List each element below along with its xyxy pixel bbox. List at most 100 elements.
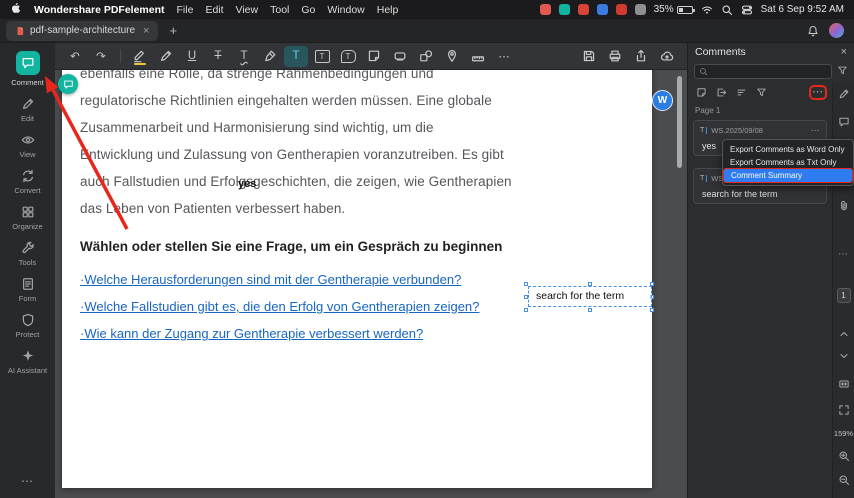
comments-search-input[interactable]	[694, 64, 832, 79]
menubar-app-icon-teal[interactable]	[558, 4, 570, 15]
control-center-icon[interactable]	[741, 4, 753, 16]
new-tab-button[interactable]: +	[164, 23, 182, 38]
user-avatar[interactable]	[829, 23, 844, 38]
comments-panel-icon[interactable]	[833, 116, 854, 128]
toolbar-divider	[120, 49, 121, 63]
menubar-app-icon-blue[interactable]	[596, 4, 608, 15]
question-heading: Wählen oder stellen Sie eine Frage, um e…	[80, 239, 503, 254]
add-note-icon[interactable]	[696, 87, 707, 98]
undo-button[interactable]: ↶	[63, 46, 87, 67]
pdf-page[interactable]: ebenfalls eine Rolle, da strenge Rahmenb…	[62, 70, 654, 488]
sidebar-item-form[interactable]: Form	[0, 272, 55, 308]
floating-assistant-badge[interactable]: W	[652, 90, 673, 111]
menu-item-comment-summary[interactable]: Comment Summary	[723, 168, 853, 183]
text-comment-tool[interactable]: T	[284, 45, 308, 67]
tab-title: pdf-sample-architecture	[30, 25, 136, 36]
filter-comments-button[interactable]	[837, 63, 848, 81]
sidebar-item-tools[interactable]: Tools	[0, 236, 55, 272]
paragraph-line: Zusammenarbeit und Harmonisierung sind w…	[80, 120, 434, 135]
pen-tool[interactable]	[258, 46, 282, 67]
cloud-upload-button[interactable]	[655, 46, 679, 67]
callout-tool[interactable]: T	[336, 46, 360, 67]
menubar-app-icon-red2[interactable]	[577, 4, 589, 15]
selection-handle[interactable]	[524, 308, 528, 312]
squiggly-underline-tool[interactable]: T	[232, 46, 256, 67]
fullscreen-button[interactable]	[833, 404, 854, 416]
attachments-icon[interactable]	[833, 200, 854, 212]
highlighter-tool[interactable]	[128, 46, 152, 67]
spotlight-search-icon[interactable]	[721, 4, 733, 16]
chat-icon	[63, 79, 74, 90]
shapes-tool[interactable]	[414, 46, 438, 67]
sidebar-item-organize[interactable]: Organize	[0, 200, 55, 236]
selection-handle[interactable]	[588, 308, 592, 312]
next-page-button[interactable]	[833, 350, 854, 362]
zoom-out-button[interactable]	[833, 474, 854, 486]
menu-go[interactable]: Go	[301, 4, 315, 16]
paragraph-line: Entwicklung und Zulassung von Gentherapi…	[80, 147, 504, 162]
menubar-app-icon-red3[interactable]	[615, 4, 627, 15]
strip-more-button[interactable]: ⋯	[833, 250, 854, 260]
apple-menu[interactable]	[10, 2, 22, 17]
pencil-tool[interactable]	[154, 46, 178, 67]
menu-file[interactable]: File	[177, 4, 194, 16]
redo-button[interactable]: ↷	[89, 46, 113, 67]
wifi-icon[interactable]	[701, 4, 713, 16]
battery-indicator[interactable]: 35%	[654, 4, 695, 15]
selection-handle[interactable]	[650, 308, 654, 312]
menubar-app-icon-red[interactable]	[539, 4, 551, 15]
sidebar-item-edit[interactable]: Edit	[0, 92, 55, 128]
fit-width-button[interactable]	[833, 378, 854, 390]
print-button[interactable]	[603, 46, 627, 67]
paragraph-line: regulatorische Richtlinien eingehalten w…	[80, 93, 492, 108]
annotate-pen-icon[interactable]	[833, 88, 854, 100]
sort-comments-icon[interactable]	[736, 87, 747, 98]
menu-item-export-word[interactable]: Export Comments as Word Only	[723, 143, 853, 156]
menu-view[interactable]: View	[236, 4, 259, 16]
previous-page-button[interactable]	[833, 328, 854, 340]
underline-tool[interactable]: U	[180, 46, 204, 67]
quick-comment-bubble[interactable]	[58, 74, 78, 94]
paragraph-line: auch Fallstudien und Erfolgsgeschichten,…	[80, 174, 512, 189]
menu-tool[interactable]: Tool	[270, 4, 289, 16]
document-area[interactable]: ebenfalls eine Rolle, da strenge Rahmenb…	[55, 70, 687, 498]
stamp-tool[interactable]	[388, 46, 412, 67]
zoom-in-button[interactable]	[833, 450, 854, 462]
sidebar-item-comment[interactable]: Comment	[0, 46, 55, 92]
comments-panel-header: Comments ×	[688, 43, 854, 61]
menubar-app-name[interactable]: Wondershare PDFelement	[34, 4, 165, 16]
sticky-note-tool[interactable]	[362, 46, 386, 67]
sidebar-item-protect[interactable]: Protect	[0, 308, 55, 344]
text-annotation-yes[interactable]: yes	[238, 178, 256, 190]
sidebar-item-convert[interactable]: Convert	[0, 164, 55, 200]
menu-edit[interactable]: Edit	[205, 4, 223, 16]
pin-tool[interactable]	[440, 46, 464, 67]
sidebar-item-ai-assistant[interactable]: AI Assistant	[0, 344, 55, 380]
strikethrough-tool[interactable]: T	[206, 46, 230, 67]
paragraph-line: ebenfalls eine Rolle, da strenge Rahmenb…	[80, 70, 434, 81]
sidebar-more-button[interactable]: ⋯	[21, 468, 34, 498]
menubar-app-icon-gray[interactable]	[634, 4, 646, 15]
text-box-tool[interactable]: T	[310, 46, 334, 67]
document-tab[interactable]: pdf-sample-architecture ×	[6, 20, 159, 41]
question-link[interactable]: ·Wie kann der Zugang zur Gentherapie ver…	[80, 320, 632, 347]
selected-text-annotation[interactable]: search for the term	[528, 286, 652, 307]
comment-more-button[interactable]: ⋯	[811, 125, 821, 136]
sidebar-item-view[interactable]: View	[0, 128, 55, 164]
page-number-indicator[interactable]: 1	[833, 288, 854, 303]
menu-window[interactable]: Window	[327, 4, 364, 16]
share-button[interactable]	[629, 46, 653, 67]
filter-icon[interactable]	[756, 87, 767, 98]
menu-help[interactable]: Help	[377, 4, 399, 16]
notifications-bell-icon[interactable]	[807, 25, 819, 37]
comments-more-button[interactable]: ⋯	[809, 84, 827, 100]
tab-close-icon[interactable]: ×	[143, 25, 149, 37]
export-comments-icon[interactable]	[716, 87, 727, 98]
document-scrollbar[interactable]	[677, 76, 682, 168]
menu-item-export-txt[interactable]: Export Comments as Txt Only	[723, 156, 853, 169]
menubar-clock[interactable]: Sat 6 Sep 9:52 AM	[761, 4, 844, 15]
measure-tool[interactable]	[466, 46, 490, 67]
toolbar-more-button[interactable]: ⋯	[492, 46, 516, 67]
close-panel-icon[interactable]: ×	[841, 46, 847, 58]
save-button[interactable]	[577, 46, 601, 67]
